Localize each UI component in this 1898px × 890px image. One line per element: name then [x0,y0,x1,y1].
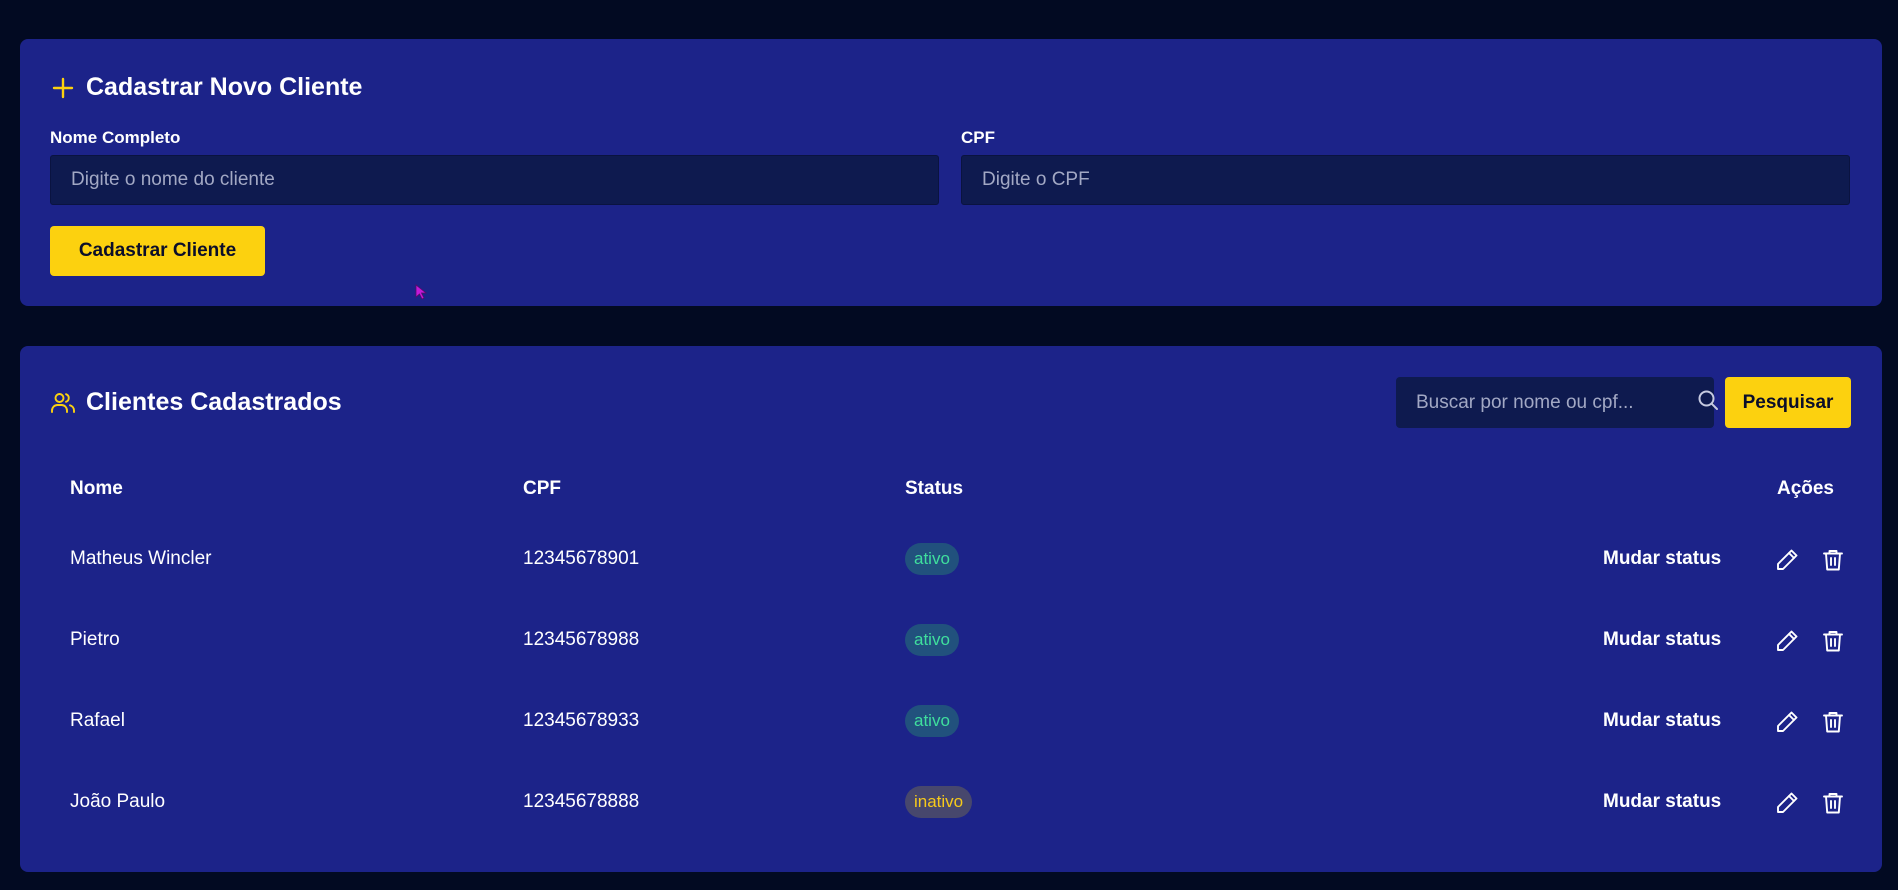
table-header: Nome CPF Status Ações [20,469,1882,509]
search-box [1396,377,1714,428]
status-badge: ativo [905,624,959,656]
client-cpf: 12345678988 [523,629,640,650]
change-status-button[interactable]: Mudar status [1603,782,1721,822]
client-name: Pietro [70,629,120,650]
new-client-title: Cadastrar Novo Cliente [86,73,363,101]
trash-icon[interactable] [1820,628,1846,654]
change-status-button[interactable]: Mudar status [1603,539,1721,579]
column-header-status: Status [905,478,964,499]
search-button[interactable]: Pesquisar [1725,377,1851,428]
search-icon[interactable] [1696,388,1720,412]
cpf-input[interactable] [961,155,1850,205]
client-list-title: Clientes Cadastrados [86,388,342,416]
status-cell: ativo [905,701,959,741]
name-field-label: Nome Completo [50,128,181,147]
column-header-cpf: CPF [523,478,561,499]
users-icon [50,390,76,416]
column-header-name: Nome [70,478,123,499]
client-name: Matheus Wincler [70,548,212,569]
status-cell: ativo [905,620,959,660]
edit-icon[interactable] [1774,709,1800,735]
status-cell: ativo [905,539,959,579]
table-row: Rafael 12345678933 ativo Mudar status [20,701,1882,741]
table-row: João Paulo 12345678888 inativo Mudar sta… [20,782,1882,822]
column-header-actions: Ações [1776,478,1834,499]
register-client-button[interactable]: Cadastrar Cliente [50,226,265,276]
client-cpf: 12345678933 [523,710,640,731]
new-client-heading: Cadastrar Novo Cliente [50,73,362,102]
edit-icon[interactable] [1774,628,1800,654]
search-input[interactable] [1396,377,1666,428]
trash-icon[interactable] [1820,790,1846,816]
client-name: Rafael [70,710,125,731]
client-list-heading: Clientes Cadastrados [50,388,342,417]
table-row: Pietro 12345678988 ativo Mudar status [20,620,1882,660]
mouse-cursor-icon [415,284,429,300]
edit-icon[interactable] [1774,547,1800,573]
status-badge: ativo [905,705,959,737]
client-cpf: 12345678901 [523,548,640,569]
client-cpf: 12345678888 [523,791,640,812]
client-list-card: Clientes Cadastrados Pesquisar Nome CPF … [20,346,1882,872]
edit-icon[interactable] [1774,790,1800,816]
status-badge: inativo [905,786,973,818]
change-status-button[interactable]: Mudar status [1603,701,1721,741]
new-client-card: Cadastrar Novo Cliente Nome Completo CPF… [20,39,1882,306]
change-status-button[interactable]: Mudar status [1603,620,1721,660]
plus-icon [50,75,76,101]
client-name: João Paulo [70,791,166,812]
status-cell: inativo [905,782,973,822]
status-badge: ativo [905,543,959,575]
cpf-field-label: CPF [961,128,995,147]
trash-icon[interactable] [1820,709,1846,735]
name-input[interactable] [50,155,939,205]
trash-icon[interactable] [1820,547,1846,573]
table-row: Matheus Wincler 12345678901 ativo Mudar … [20,539,1882,579]
